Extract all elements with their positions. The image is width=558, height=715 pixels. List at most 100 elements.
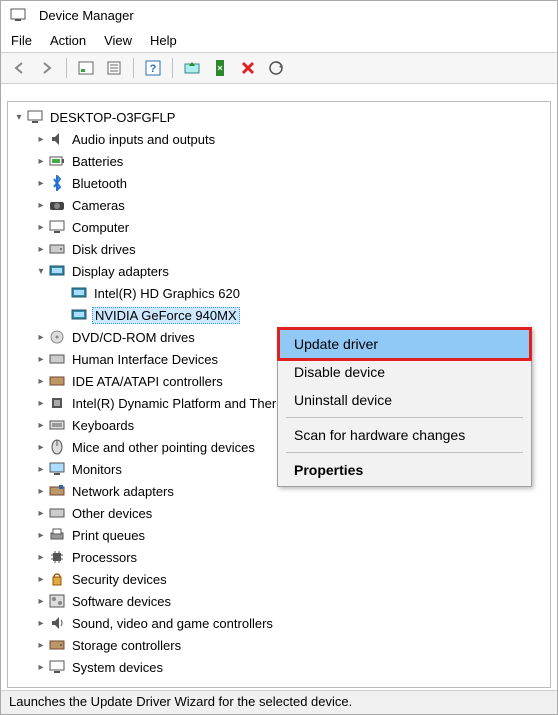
tree-item-label: NVIDIA GeForce 940MX — [92, 307, 240, 324]
tree-item-label: Disk drives — [70, 242, 138, 257]
help-icon: ? — [145, 60, 161, 76]
sound-video-and-game-controllers-icon — [48, 615, 66, 631]
tree-item[interactable]: ▸Cameras — [8, 194, 550, 216]
display-adapter-icon — [70, 285, 88, 301]
tree-item[interactable]: ▸Bluetooth — [8, 172, 550, 194]
tree-item[interactable]: ▸ Disk drives — [8, 238, 550, 260]
chevron-right-icon[interactable]: ▸ — [34, 376, 48, 387]
tree-item-label: Mice and other pointing devices — [70, 440, 257, 455]
tree-item-label: Processors — [70, 550, 139, 565]
chevron-right-icon[interactable]: ▸ — [34, 618, 48, 629]
context-menu: Update driver Disable device Uninstall d… — [277, 327, 532, 487]
chevron-right-icon[interactable]: ▸ — [34, 640, 48, 651]
status-bar: Launches the Update Driver Wizard for th… — [1, 690, 557, 714]
tree-item[interactable]: ▸ Storage controllers — [8, 634, 550, 656]
tree-item[interactable]: Intel(R) HD Graphics 620 — [8, 282, 550, 304]
menu-scan-hardware[interactable]: Scan for hardware changes — [280, 421, 529, 449]
toolbar-sep — [172, 58, 173, 78]
chevron-right-icon[interactable]: ▸ — [34, 596, 48, 607]
chevron-right-icon[interactable]: ▸ — [34, 398, 48, 409]
chevron-down-icon[interactable]: ▾ — [34, 266, 48, 277]
forward-button[interactable] — [35, 57, 59, 79]
tree-item[interactable]: ▸ Processors — [8, 546, 550, 568]
menu-file[interactable]: File — [11, 33, 32, 48]
update-driver-button[interactable] — [180, 57, 204, 79]
scan-hardware-button[interactable] — [264, 57, 288, 79]
tree-item-label: Intel(R) HD Graphics 620 — [92, 286, 242, 301]
tree-item[interactable]: ▸Computer — [8, 216, 550, 238]
chevron-right-icon[interactable]: ▸ — [34, 222, 48, 233]
tree-item-label: IDE ATA/ATAPI controllers — [70, 374, 225, 389]
tree-item-label: DVD/CD-ROM drives — [70, 330, 197, 345]
chevron-down-icon[interactable]: ▾ — [12, 112, 26, 123]
other-devices-icon — [48, 505, 66, 521]
chevron-right-icon[interactable]: ▸ — [34, 332, 48, 343]
batteries-icon — [48, 153, 66, 169]
bluetooth-icon — [48, 175, 66, 191]
disk-drives-icon — [48, 241, 66, 257]
toolbar: ? — [1, 52, 557, 84]
help-button[interactable]: ? — [141, 57, 165, 79]
computer-icon — [48, 219, 66, 235]
tree-item[interactable]: ▸Sound, video and game controllers — [8, 612, 550, 634]
tree-item[interactable]: ▸Other devices — [8, 502, 550, 524]
chevron-right-icon[interactable]: ▸ — [34, 574, 48, 585]
arrow-right-icon — [40, 61, 54, 75]
tree-item-label: Storage controllers — [70, 638, 183, 653]
system-devices-icon — [48, 659, 66, 675]
tree-item-label: System devices — [70, 660, 165, 675]
menu-uninstall-device[interactable]: Uninstall device — [280, 386, 529, 414]
back-button[interactable] — [7, 57, 31, 79]
chevron-right-icon[interactable]: ▸ — [34, 200, 48, 211]
menu-update-driver[interactable]: Update driver — [277, 327, 532, 361]
cameras-icon — [48, 197, 66, 213]
keyboards-icon — [48, 417, 66, 433]
show-hidden-button[interactable] — [74, 57, 98, 79]
toolbar-sep — [66, 58, 67, 78]
chevron-right-icon[interactable]: ▸ — [34, 354, 48, 365]
menu-disable-device[interactable]: Disable device — [280, 358, 529, 386]
print-queues-icon — [48, 527, 66, 543]
chevron-right-icon[interactable]: ▸ — [34, 156, 48, 167]
tree-item[interactable]: ▾Display adapters — [8, 260, 550, 282]
chevron-right-icon[interactable]: ▸ — [34, 442, 48, 453]
chevron-right-icon[interactable]: ▸ — [34, 486, 48, 497]
processors-icon — [48, 549, 66, 565]
chevron-right-icon[interactable]: ▸ — [34, 552, 48, 563]
chevron-right-icon[interactable]: ▸ — [34, 464, 48, 475]
menu-properties[interactable]: Properties — [280, 456, 529, 484]
chevron-right-icon[interactable]: ▸ — [34, 420, 48, 431]
menu-divider — [286, 452, 523, 453]
tree-item-label: Keyboards — [70, 418, 136, 433]
tree-item[interactable]: ▸ Batteries — [8, 150, 550, 172]
chevron-right-icon[interactable]: ▸ — [34, 530, 48, 541]
menu-view[interactable]: View — [104, 33, 132, 48]
chevron-right-icon[interactable]: ▸ — [34, 508, 48, 519]
menu-help[interactable]: Help — [150, 33, 177, 48]
chevron-right-icon[interactable]: ▸ — [34, 134, 48, 145]
menu-action[interactable]: Action — [50, 33, 86, 48]
tree-item-label: Human Interface Devices — [70, 352, 220, 367]
chevron-right-icon[interactable]: ▸ — [34, 178, 48, 189]
tree-item-label: Audio inputs and outputs — [70, 132, 217, 147]
tree-item[interactable]: ▸ System devices — [8, 656, 550, 678]
enable-device-button[interactable] — [208, 57, 232, 79]
monitors-icon — [48, 461, 66, 477]
software-devices-icon — [48, 593, 66, 609]
tree-root[interactable]: ▾ DESKTOP-O3FGFLP — [8, 106, 550, 128]
storage-controllers-icon — [48, 637, 66, 653]
chevron-right-icon[interactable]: ▸ — [34, 244, 48, 255]
remove-device-button[interactable] — [236, 57, 260, 79]
update-driver-icon — [184, 61, 200, 75]
tree-item[interactable]: ▸ Audio inputs and outputs — [8, 128, 550, 150]
tree-item[interactable]: NVIDIA GeForce 940MX — [8, 304, 550, 326]
chevron-right-icon[interactable]: ▸ — [34, 662, 48, 673]
properties-icon — [106, 61, 122, 75]
tree-item-label: Batteries — [70, 154, 125, 169]
tree-item[interactable]: ▸Print queues — [8, 524, 550, 546]
menu-divider — [286, 417, 523, 418]
devmgr-icon — [9, 7, 27, 23]
tree-item[interactable]: ▸Security devices — [8, 568, 550, 590]
properties-button[interactable] — [102, 57, 126, 79]
tree-item[interactable]: ▸Software devices — [8, 590, 550, 612]
